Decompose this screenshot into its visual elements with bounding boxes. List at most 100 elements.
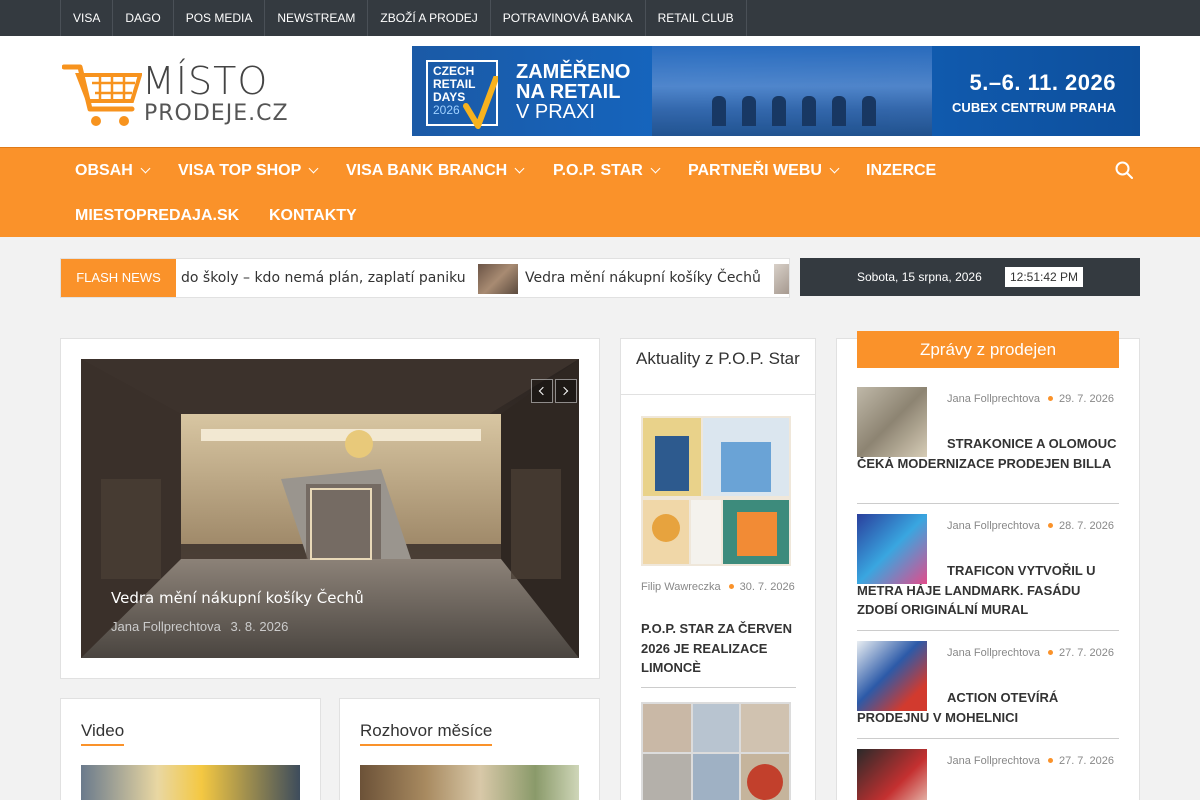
video-heading: Video <box>81 721 125 746</box>
nav-item-visa-top-shop[interactable]: VISA TOP SHOP <box>178 162 319 180</box>
nav-label: OBSAH <box>75 162 133 179</box>
top-link-retail-club[interactable]: RETAIL CLUB <box>644 0 747 36</box>
chevron-down-icon <box>829 163 840 174</box>
top-links: VISA DAGO POS MEDIA NEWSTREAM ZBOŽÍ A PR… <box>60 0 747 36</box>
flash-news-bar: FLASH NEWS do školy – kdo nemá plán, zap… <box>60 258 790 298</box>
search-icon[interactable] <box>1115 161 1133 179</box>
divider <box>857 630 1119 631</box>
flash-thumbnail[interactable] <box>774 264 789 294</box>
banner-dates: 5.–6. 11. 2026 <box>969 70 1116 95</box>
nav-label: VISA BANK BRANCH <box>346 162 508 179</box>
top-link-pos-media[interactable]: POS MEDIA <box>172 0 265 36</box>
store-news-thumbnail[interactable] <box>857 749 927 800</box>
slider-prev-button[interactable] <box>531 379 553 403</box>
pop-star-article-title[interactable]: P.O.P. STAR ZA ČERVEN 2026 JE REALIZACE … <box>641 619 801 678</box>
top-link-zbozi-a-prodej[interactable]: ZBOŽÍ A PRODEJ <box>367 0 489 36</box>
chevron-down-icon <box>308 163 319 174</box>
nav-item-partneri-webu[interactable]: PARTNEŘI WEBU <box>688 162 840 180</box>
headline-line-2: NA RETAIL <box>516 81 621 103</box>
top-bar: VISA DAGO POS MEDIA NEWSTREAM ZBOŽÍ A PR… <box>0 0 1200 36</box>
cart-icon <box>62 64 142 126</box>
nav-item-miestopredaja[interactable]: MIESTOPREDAJA.SK <box>75 207 239 225</box>
store-news-author[interactable]: Jana Follprechtova <box>947 647 1040 659</box>
chevron-down-icon <box>514 163 525 174</box>
interview-widget: Rozhovor měsíce <box>339 698 600 800</box>
slider-author[interactable]: Jana Follprechtova <box>111 619 221 634</box>
store-news-date: 27. 7. 2026 <box>1058 647 1115 659</box>
dot-separator <box>1047 758 1053 764</box>
store-news-date: 29. 7. 2026 <box>1058 393 1115 405</box>
store-news-author[interactable]: Jana Follprechtova <box>947 755 1040 767</box>
pop-star-article-author[interactable]: Filip Wawreczka <box>641 581 721 593</box>
pop-display-collage-2 <box>641 702 791 800</box>
store-news-thumbnail[interactable] <box>857 514 927 584</box>
flash-news-label: FLASH NEWS <box>61 259 176 297</box>
store-news-author[interactable]: Jana Follprechtova <box>947 393 1040 405</box>
slider-next-button[interactable] <box>555 379 577 403</box>
slider-caption[interactable]: Vedra mění nákupní košíky Čechů <box>111 589 364 607</box>
nav-label: VISA TOP SHOP <box>178 162 302 179</box>
chevron-down-icon <box>650 163 661 174</box>
flash-news-ticker: do školy – kdo nemá plán, zaplatí paniku… <box>176 259 789 297</box>
nav-item-obsah[interactable]: OBSAH <box>75 162 151 180</box>
headline-line-3: V PRAXI <box>516 101 595 123</box>
store-news-heading: Zprávy z prodejen <box>857 331 1119 368</box>
banner-headline: ZAMĚŘENO NA RETAIL V PRAXI <box>516 62 630 122</box>
flash-item[interactable]: Vedra mění nákupní košíky Čechů <box>525 259 761 297</box>
main-nav: OBSAH VISA TOP SHOP VISA BANK BRANCH P.O… <box>0 147 1200 237</box>
store-news-item[interactable]: Jana Follprechtova 29. 7. 2026 STRAKONICE… <box>857 387 1119 504</box>
store-news-meta: Jana Follprechtova 28. 7. 2026 <box>947 514 1119 538</box>
slider-meta: Jana Follprechtova 3. 8. 2026 <box>111 619 288 634</box>
store-news-item[interactable]: Jana Follprechtova 28. 7. 2026 TRAFICON V… <box>857 514 1119 631</box>
nav-label: P.O.P. STAR <box>553 162 643 179</box>
nav-item-inzerce[interactable]: INZERCE <box>866 162 936 180</box>
store-news-widget: Zprávy z prodejen Jana Follprechtova 29. … <box>836 331 1140 800</box>
divider <box>641 687 796 688</box>
checkmark-icon <box>463 76 498 129</box>
store-news-item[interactable]: Jana Follprechtova 27. 7. 2026 ACTION OTE… <box>857 641 1119 739</box>
top-link-newstream[interactable]: NEWSTREAM <box>264 0 367 36</box>
store-news-meta: Jana Follprechtova 27. 7. 2026 <box>947 641 1119 665</box>
chevron-right-icon <box>559 386 569 396</box>
video-thumbnail[interactable] <box>81 765 300 800</box>
banner-czech-retail-days[interactable]: CZECH RETAIL DAYS 2026 ZAMĚŘENO NA RETAI… <box>412 46 1140 136</box>
flash-thumbnail[interactable] <box>478 264 518 294</box>
banner-place: CUBEX CENTRUM PRAHA <box>952 100 1116 115</box>
store-news-date: 28. 7. 2026 <box>1058 520 1115 532</box>
video-widget: Video <box>60 698 321 800</box>
top-link-dago[interactable]: DAGO <box>112 0 172 36</box>
interview-thumbnail[interactable] <box>360 765 579 800</box>
store-news-author[interactable]: Jana Follprechtova <box>947 520 1040 532</box>
nav-item-visa-bank-branch[interactable]: VISA BANK BRANCH <box>346 162 525 180</box>
site-logo[interactable]: MÍSTO PRODEJE.CZ <box>62 53 294 131</box>
chevron-down-icon <box>140 163 151 174</box>
top-link-potravinova-banka[interactable]: POTRAVINOVÁ BANKA <box>489 0 645 36</box>
badge-year: 2026 <box>433 103 460 117</box>
top-link-visa[interactable]: VISA <box>60 0 112 36</box>
store-news-thumbnail[interactable] <box>857 387 927 457</box>
nav-label: PARTNEŘI WEBU <box>688 162 822 179</box>
flash-item[interactable]: do školy – kdo nemá plán, zaplatí paniku <box>181 259 466 297</box>
nav-item-pop-star[interactable]: P.O.P. STAR <box>553 162 661 180</box>
headline-line-1: ZAMĚŘENO <box>516 61 631 83</box>
store-news-meta: Jana Follprechtova 29. 7. 2026 <box>947 387 1119 411</box>
pop-star-article-image[interactable] <box>641 416 791 566</box>
pop-star-article-date: 30. 7. 2026 <box>739 581 795 593</box>
pop-display-collage <box>641 416 791 566</box>
pop-star-article-image-2[interactable] <box>641 702 791 800</box>
logo-text-prodeje: PRODEJE.CZ <box>144 101 289 126</box>
pop-star-heading: Aktuality z P.O.P. Star <box>621 339 815 395</box>
nav-item-kontakty[interactable]: KONTAKTY <box>269 207 357 225</box>
pop-star-article-meta: Filip Wawreczka 30. 7. 2026 <box>641 576 801 599</box>
dot-separator <box>1047 523 1053 529</box>
dot-separator <box>1047 396 1053 402</box>
slider-image[interactable] <box>81 359 579 658</box>
store-news-date: 27. 7. 2026 <box>1058 755 1115 767</box>
pop-star-widget: Aktuality z P.O.P. Star Filip Wawreczka 3… <box>620 338 816 800</box>
store-news-thumbnail[interactable] <box>857 641 927 711</box>
chevron-left-icon <box>538 386 548 396</box>
divider <box>857 738 1119 739</box>
site-header: MÍSTO PRODEJE.CZ CZECH RETAIL DAYS 2026 … <box>0 36 1200 147</box>
badge-line-3: DAYS <box>433 90 466 104</box>
logo-text-misto: MÍSTO <box>142 59 269 103</box>
